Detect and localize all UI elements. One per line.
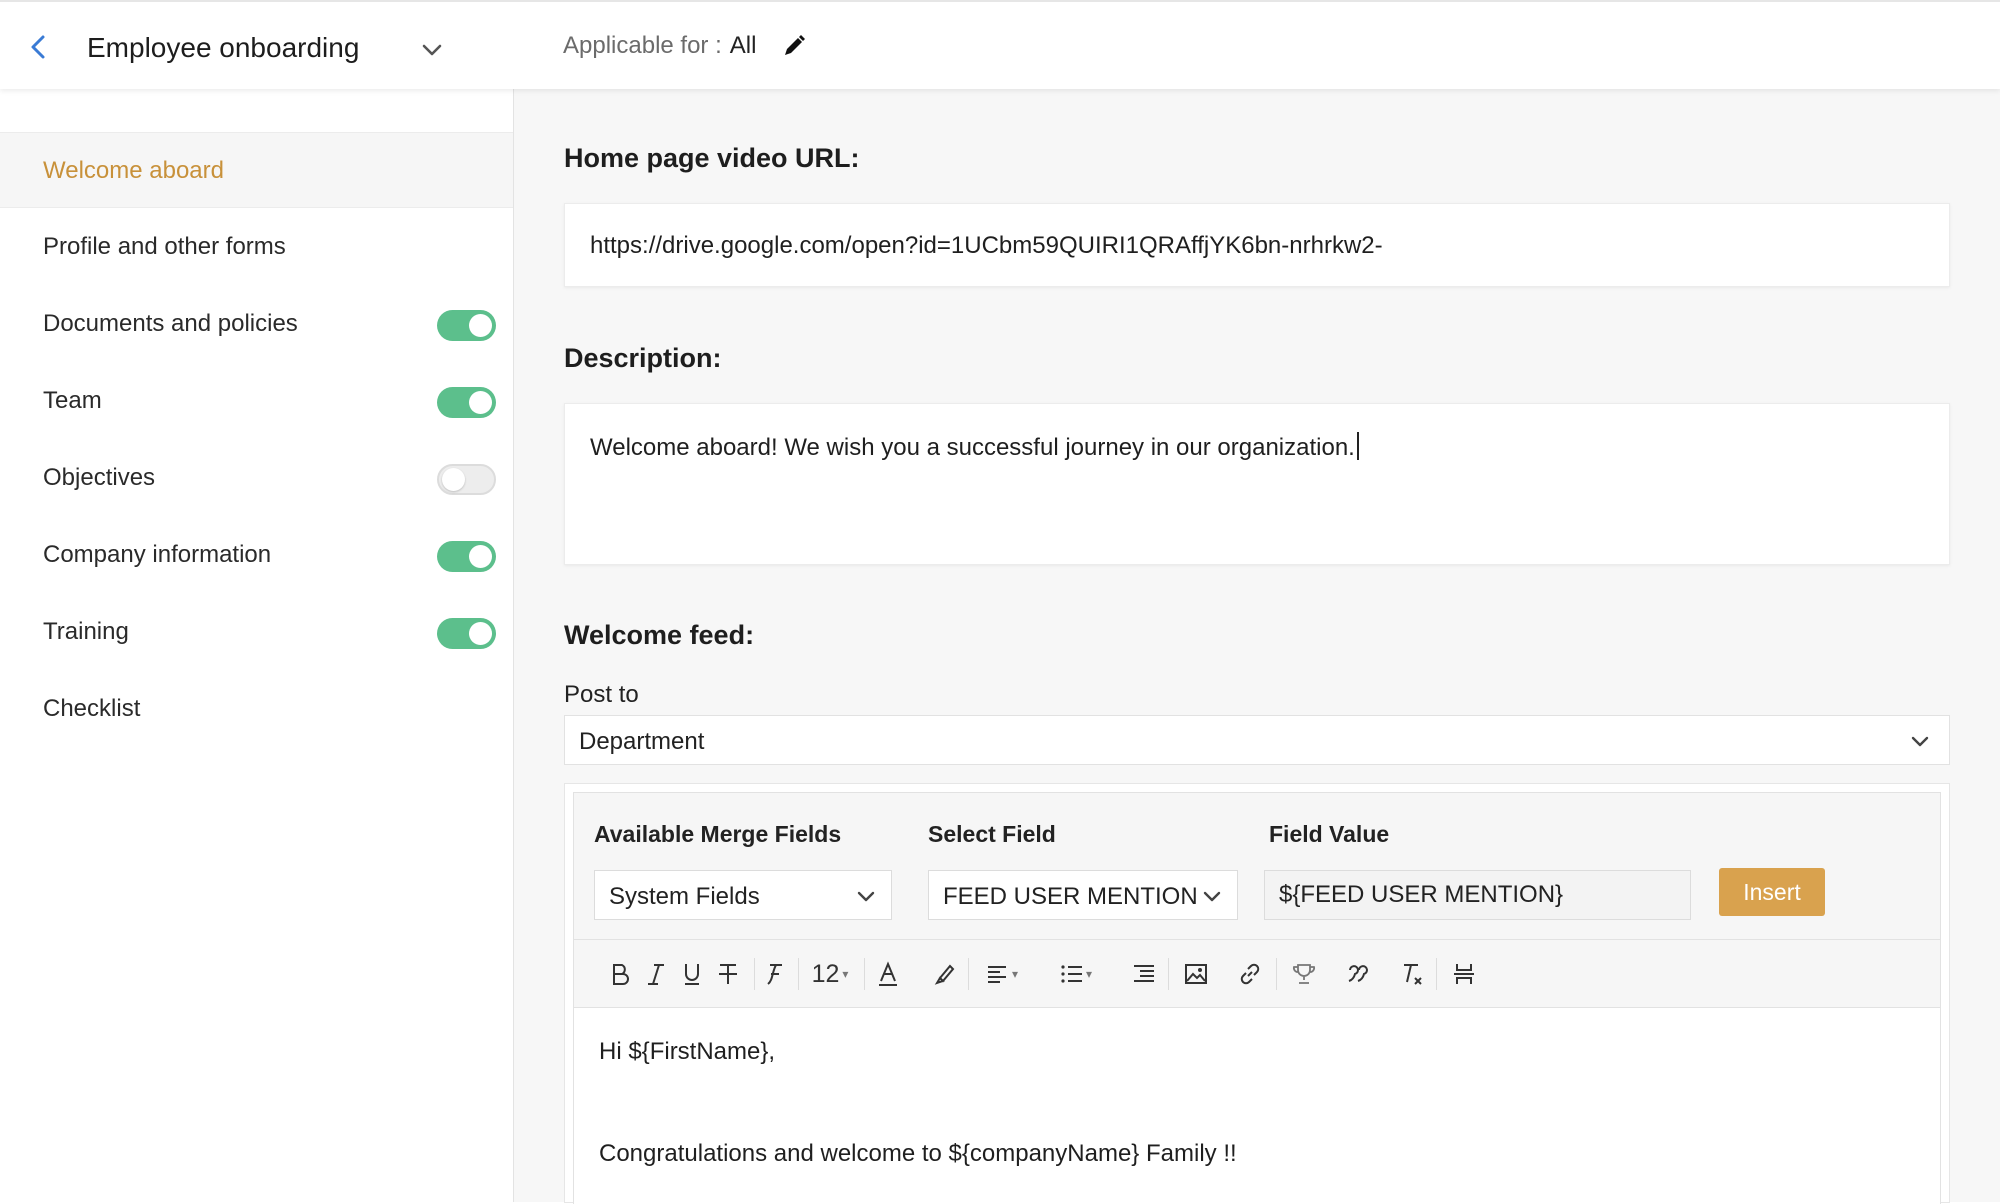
underline-icon[interactable]	[672, 954, 712, 994]
top-header: Employee onboarding Applicable for : All	[0, 0, 2000, 89]
toolbar-divider	[1168, 958, 1169, 990]
documents-toggle[interactable]	[437, 310, 496, 341]
sidebar-item-label: Welcome aboard	[43, 157, 224, 184]
toggle-knob	[469, 622, 492, 645]
toolbar-divider	[798, 958, 799, 990]
available-merge-fields-select[interactable]: System Fields	[594, 870, 892, 920]
field-value-label: Field Value	[1269, 821, 1390, 847]
description-label: Description:	[564, 343, 722, 373]
dropdown-arrow-icon: ▾	[842, 967, 849, 981]
training-toggle[interactable]	[437, 618, 496, 649]
company-information-toggle[interactable]	[437, 541, 496, 572]
video-url-label: Home page video URL:	[564, 143, 860, 173]
sidebar-item-label: Team	[43, 387, 102, 414]
chevron-down-icon	[853, 883, 879, 909]
font-family-icon[interactable]	[754, 954, 794, 994]
description-field[interactable]: Welcome aboard! We wish you a successful…	[564, 403, 1950, 565]
select-field-select[interactable]: FEED USER MENTION	[928, 870, 1238, 920]
link-icon[interactable]	[1230, 954, 1270, 994]
editor-toolbar: 12 ▾ ▾ ▾	[573, 940, 1941, 1008]
indent-icon[interactable]	[1124, 954, 1164, 994]
toolbar-divider	[864, 958, 865, 990]
merge-fields-panel: Available Merge Fields Select Field Fiel…	[573, 792, 1941, 940]
applicable-for-value: All	[729, 32, 757, 59]
clear-format-icon[interactable]	[1392, 954, 1432, 994]
toolbar-divider	[1436, 958, 1437, 990]
insert-button[interactable]: Insert	[1719, 868, 1825, 916]
main-content: Home page video URL: https://drive.googl…	[514, 89, 2000, 1204]
available-merge-fields-value: System Fields	[609, 883, 760, 910]
sidebar-item-label: Objectives	[43, 464, 156, 491]
sidebar-item-profile-forms[interactable]: Profile and other forms	[0, 209, 513, 285]
page-break-icon[interactable]	[1444, 954, 1484, 994]
description-value: Welcome aboard! We wish you a successful…	[590, 434, 1355, 461]
editor-line-welcome: Congratulations and welcome to ${company…	[599, 1140, 1237, 1167]
sidebar-item-welcome-aboard[interactable]: Welcome aboard	[0, 132, 513, 208]
post-to-label: Post to	[564, 681, 639, 708]
field-value-input[interactable]	[1265, 871, 1690, 919]
list-icon[interactable]: ▾	[1050, 954, 1100, 994]
editor-content[interactable]: Hi ${FirstName}, Congratulations and wel…	[573, 1008, 1941, 1204]
sidebar-item-label: Profile and other forms	[43, 233, 286, 260]
toggle-knob	[442, 468, 465, 491]
chevron-down-icon[interactable]	[418, 36, 446, 64]
applicable-for: Applicable for : All	[563, 32, 756, 60]
back-arrow-icon[interactable]	[24, 32, 54, 62]
toggle-knob	[469, 545, 492, 568]
welcome-feed-editor: Available Merge Fields Select Field Fiel…	[564, 783, 1950, 1204]
page-title: Employee onboarding	[87, 32, 360, 63]
align-icon[interactable]: ▾	[976, 954, 1026, 994]
chevron-down-icon	[1907, 728, 1933, 754]
italic-icon[interactable]	[636, 954, 676, 994]
highlight-icon[interactable]	[924, 954, 964, 994]
toggle-knob	[469, 391, 492, 414]
post-to-select[interactable]: Department	[564, 715, 1950, 765]
toolbar-divider	[968, 958, 969, 990]
welcome-feed-label: Welcome feed:	[564, 620, 755, 650]
sidebar-item-documents-policies[interactable]: Documents and policies	[0, 286, 513, 362]
select-field-label: Select Field	[928, 821, 1056, 847]
description-text: Welcome aboard! We wish you a successful…	[590, 432, 1359, 462]
font-color-icon[interactable]	[868, 954, 908, 994]
sidebar-item-training[interactable]: Training	[0, 594, 513, 670]
select-field-value: FEED USER MENTION	[943, 883, 1198, 910]
video-url-value: https://drive.google.com/open?id=1UCbm59…	[590, 232, 1383, 259]
quote-icon[interactable]	[1338, 954, 1378, 994]
pencil-icon[interactable]	[780, 32, 808, 60]
sidebar-item-checklist[interactable]: Checklist	[0, 671, 513, 747]
strikethrough-icon[interactable]	[708, 954, 748, 994]
dropdown-arrow-icon: ▾	[1085, 967, 1093, 981]
dropdown-arrow-icon: ▾	[1011, 967, 1019, 981]
font-size-select[interactable]: 12 ▾	[802, 954, 858, 994]
available-merge-fields-label: Available Merge Fields	[594, 821, 842, 847]
sidebar-item-label: Checklist	[43, 695, 141, 722]
editor-line-greeting: Hi ${FirstName},	[599, 1038, 776, 1065]
bold-icon[interactable]	[600, 954, 640, 994]
team-toggle[interactable]	[437, 387, 496, 418]
chevron-down-icon	[1199, 883, 1225, 909]
sidebar: Welcome aboard Profile and other forms D…	[0, 89, 514, 1202]
objectives-toggle[interactable]	[437, 464, 496, 495]
toolbar-divider	[1276, 958, 1277, 990]
applicable-for-label: Applicable for :	[563, 32, 722, 59]
font-size-value: 12	[811, 959, 840, 988]
sidebar-item-label: Company information	[43, 541, 272, 568]
video-url-field[interactable]: https://drive.google.com/open?id=1UCbm59…	[564, 203, 1950, 287]
sidebar-item-objectives[interactable]: Objectives	[0, 440, 513, 516]
post-to-value: Department	[579, 728, 705, 755]
sidebar-item-label: Training	[43, 618, 129, 645]
sidebar-item-label: Documents and policies	[43, 310, 298, 337]
image-icon[interactable]	[1176, 954, 1216, 994]
toggle-knob	[469, 314, 492, 337]
field-value-box[interactable]	[1264, 870, 1691, 920]
sidebar-item-team[interactable]: Team	[0, 363, 513, 439]
text-cursor	[1356, 432, 1359, 460]
sidebar-item-company-information[interactable]: Company information	[0, 517, 513, 593]
award-icon[interactable]	[1284, 954, 1324, 994]
